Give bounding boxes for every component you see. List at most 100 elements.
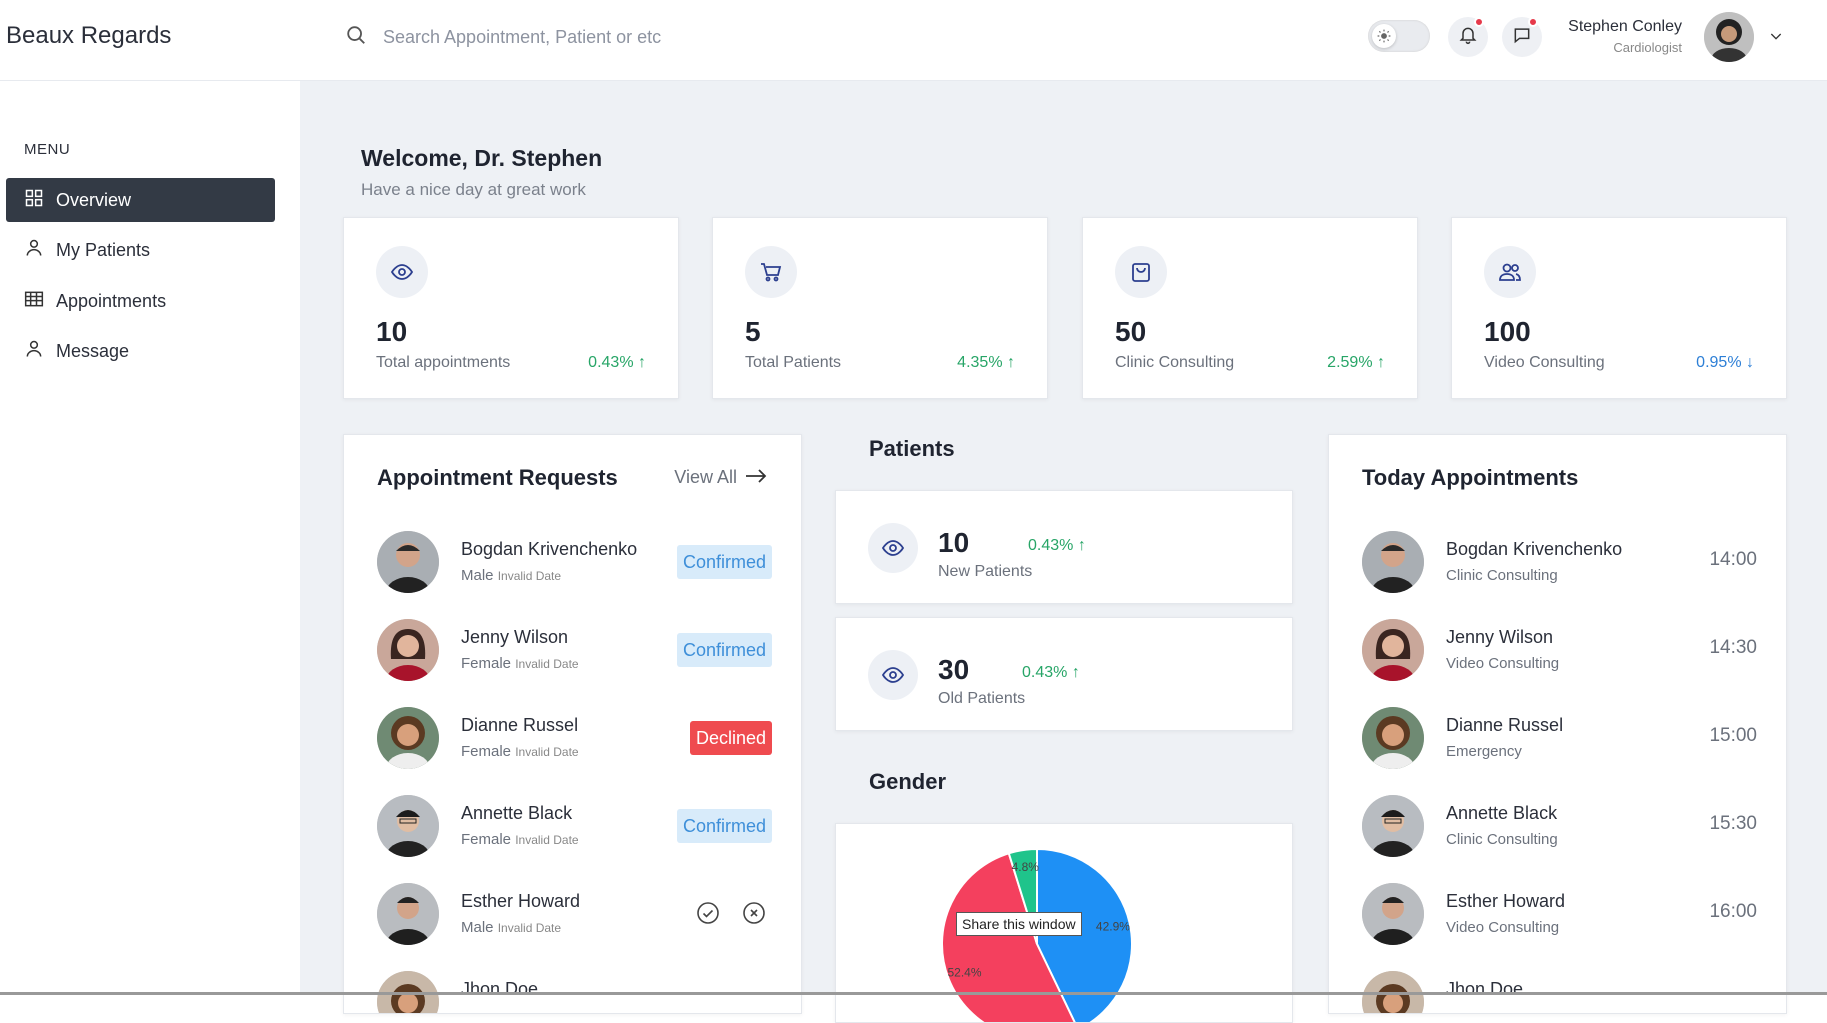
appointment-type: Clinic Consulting [1446,831,1558,848]
patient-name: Bogdan Krivenchenko [1446,539,1623,559]
brand-logo[interactable]: Beaux Regards [6,22,171,50]
avatar [377,883,439,945]
stat-card-video-consulting[interactable]: 100 Video Consulting 0.95% ↓ [1451,217,1787,399]
stat-value: 10 [376,316,408,347]
stat-label: Total appointments [376,354,511,371]
theme-toggle[interactable] [1368,20,1430,52]
sun-icon [1372,24,1396,48]
sidebar-item-label: Appointments [56,290,167,311]
patient-name: Annette Black [1446,803,1558,823]
cart-icon [745,246,797,298]
stat-value: 50 [1115,316,1147,347]
message-dot [1528,17,1538,27]
patient-change: 0.43% ↑ [1028,537,1086,554]
list-item[interactable]: Dianne Russel Female Invalid Date Declin… [377,707,772,769]
appointment-type: Clinic Consulting [1446,567,1558,584]
sidebar-item-label: My Patients [56,239,151,260]
sidebar-item-my-patients[interactable]: My Patients [6,228,275,272]
status-badge: Confirmed [676,633,772,667]
patient-meta: Male Invalid Date [461,567,562,584]
stat-change: 0.95% ↓ [1696,354,1754,371]
appointment-time: 14:30 [1709,637,1757,658]
list-item[interactable]: Esther Howard Male Invalid Date [377,883,772,945]
list-item[interactable]: Dianne Russel Emergency 15:00 [1362,707,1757,769]
status-badge: Confirmed [676,809,772,843]
list-item[interactable]: Bogdan Krivenchenko Male Invalid Date Co… [377,531,772,593]
sidebar-item-message[interactable]: Message [6,329,275,373]
avatar [377,707,439,769]
new-patients-card[interactable]: 10 0.43% ↑ New Patients [835,490,1293,604]
stat-card-clinic-consulting[interactable]: 50 Clinic Consulting 2.59% ↑ [1082,217,1418,399]
view-all-link[interactable]: View All [674,467,767,488]
stat-label: Video Consulting [1484,354,1605,371]
stat-change: 4.35% ↑ [957,354,1015,371]
patient-meta: Female Invalid Date [461,831,579,848]
sidebar-item-appointments[interactable]: Appointments [6,279,275,323]
list-item[interactable]: Jenny Wilson Video Consulting 14:30 [1362,619,1757,681]
avatar [1362,619,1424,681]
page-title: Welcome, Dr. Stephen [361,145,603,171]
appointment-type: Video Consulting [1446,919,1560,936]
eye-icon [868,523,918,573]
user-info[interactable]: Stephen Conley Cardiologist [1560,18,1682,55]
search-bar[interactable] [345,24,783,51]
patient-name: Jenny Wilson [1446,627,1554,647]
avatar [1362,707,1424,769]
list-item[interactable]: Esther Howard Video Consulting 16:00 [1362,883,1757,945]
calendar-table-icon [24,289,44,314]
decline-x-icon[interactable] [742,901,766,930]
user-name: Stephen Conley [1568,18,1682,35]
avatar [1362,795,1424,857]
today-appointments-panel: Today Appointments Bogdan Krivenchenko C… [1328,434,1787,1014]
pie-slice-label: 4.8% [1012,860,1040,874]
menu-heading: MENU [24,141,71,158]
search-input[interactable] [383,27,783,48]
eye-icon [376,246,428,298]
list-item[interactable]: Annette Black Female Invalid Date Confir… [377,795,772,857]
patient-count: 30 [938,654,970,685]
sidebar-item-label: Overview [56,189,132,210]
top-bar: Beaux Regards Stephen Conley Cardiologis… [0,0,1827,81]
person-icon [24,339,44,364]
patient-name: Jenny Wilson [461,627,569,647]
old-patients-card[interactable]: 30 0.43% ↑ Old Patients [835,617,1293,731]
accept-check-icon[interactable] [696,901,720,930]
appointment-type: Video Consulting [1446,655,1560,672]
patient-name: Jhon Doe [1446,979,1524,999]
patient-name: Dianne Russel [1446,715,1564,735]
stat-value: 100 [1484,316,1531,347]
share-window-tooltip[interactable]: Share this window [956,912,1082,936]
notification-dot [1474,17,1484,27]
person-icon [24,238,44,263]
avatar [377,531,439,593]
stat-card-total-patients[interactable]: 5 Total Patients 4.35% ↑ [712,217,1048,399]
stat-card-total-appointments[interactable]: 10 Total appointments 0.43% ↑ [343,217,679,399]
list-item[interactable]: Jenny Wilson Female Invalid Date Confirm… [377,619,772,681]
search-icon [345,24,367,51]
patients-title: Patients [869,436,955,461]
list-item[interactable]: Annette Black Clinic Consulting 15:30 [1362,795,1757,857]
page-subtitle: Have a nice day at great work [361,180,586,199]
patient-label: Old Patients [938,690,1026,707]
patient-name: Jhon Doe [461,979,539,999]
grid-icon [24,188,44,213]
avatar [377,795,439,857]
user-avatar[interactable] [1704,12,1754,62]
notification-button[interactable] [1448,17,1488,57]
chevron-down-icon[interactable] [1768,28,1784,49]
gender-title: Gender [869,769,947,794]
sidebar: MENU Overview My Patients Appointments M… [0,81,300,995]
welcome-block: Welcome, Dr. Stephen Have a nice day at … [361,145,602,200]
list-item[interactable]: Bogdan Krivenchenko Clinic Consulting 14… [1362,531,1757,593]
chat-bubble-icon [1512,25,1532,50]
sidebar-item-overview[interactable]: Overview [6,178,275,222]
stat-change: 0.43% ↑ [588,354,646,371]
appointment-time: 16:00 [1709,901,1757,922]
pie-slice-label: 52.4% [947,966,981,980]
sidebar-item-label: Message [56,340,130,361]
patient-name: Bogdan Krivenchenko [461,539,638,559]
messages-button[interactable] [1502,17,1542,57]
stat-value: 5 [745,316,761,347]
patient-change: 0.43% ↑ [1022,664,1080,681]
bell-icon [1458,25,1478,50]
